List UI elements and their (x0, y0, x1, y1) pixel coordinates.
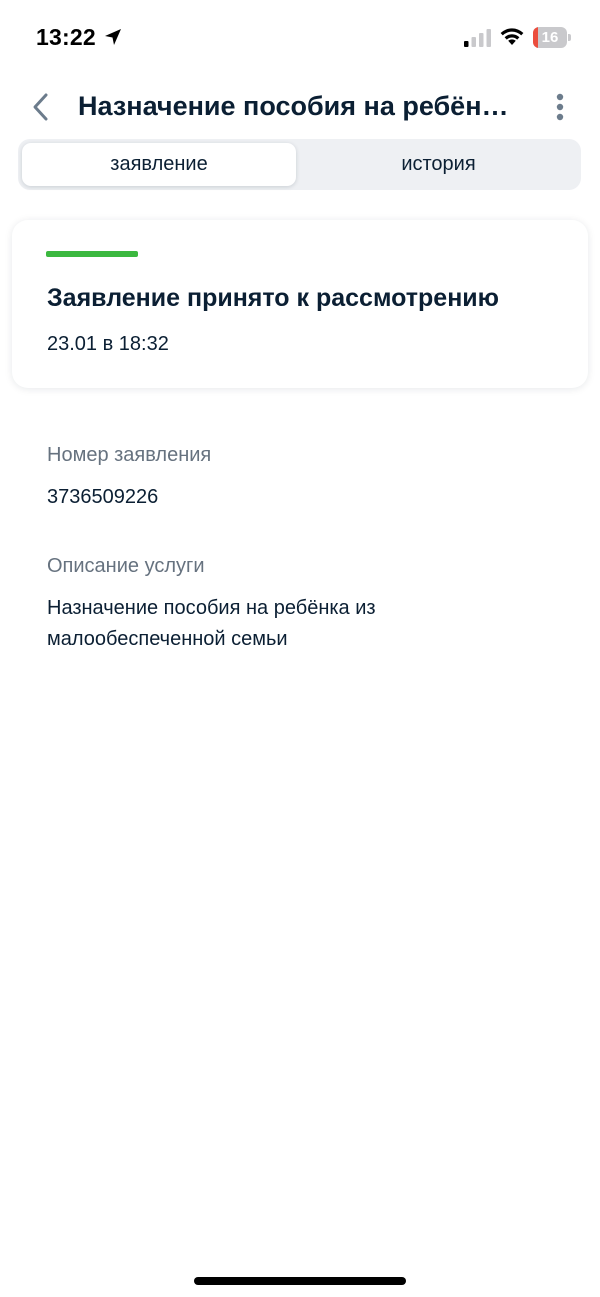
service-description-label: Описание услуги (47, 555, 205, 577)
segmented-tabs: заявление история (18, 139, 581, 190)
more-vertical-icon (556, 93, 564, 121)
page-title: Назначение пособия на ребёнка из малообе… (78, 91, 518, 121)
chevron-left-icon (33, 93, 48, 121)
wifi-icon (500, 28, 524, 45)
app-header: Назначение пособия на ребёнка из малообе… (0, 80, 600, 134)
battery-body: 16 (533, 27, 567, 48)
tab-application[interactable]: заявление (22, 143, 296, 186)
battery-level: 16 (541, 29, 559, 46)
status-card: Заявление принято к рассмотрению 23.01 в… (12, 220, 588, 388)
more-options-button[interactable] (546, 90, 574, 124)
tab-history[interactable]: история (300, 143, 577, 186)
service-description-value: Назначение пособия на ребёнка из малообе… (47, 597, 376, 650)
battery-cap (568, 34, 571, 41)
back-button[interactable] (24, 90, 58, 124)
application-number-label: Номер заявления (47, 444, 212, 466)
status-indicator-bar (46, 251, 138, 257)
status-time: 13:22 (36, 24, 96, 50)
location-arrow-icon (105, 29, 121, 45)
status-date: 23.01 в 18:32 (47, 333, 169, 355)
battery-indicator: 16 (533, 27, 573, 48)
status-bar: 13:22 16 (0, 0, 600, 76)
status-title: Заявление принято к рассмотрению (47, 284, 500, 312)
cellular-signal-icon (464, 29, 491, 47)
application-number-value: 3736509226 (47, 486, 159, 508)
home-indicator (194, 1277, 406, 1285)
